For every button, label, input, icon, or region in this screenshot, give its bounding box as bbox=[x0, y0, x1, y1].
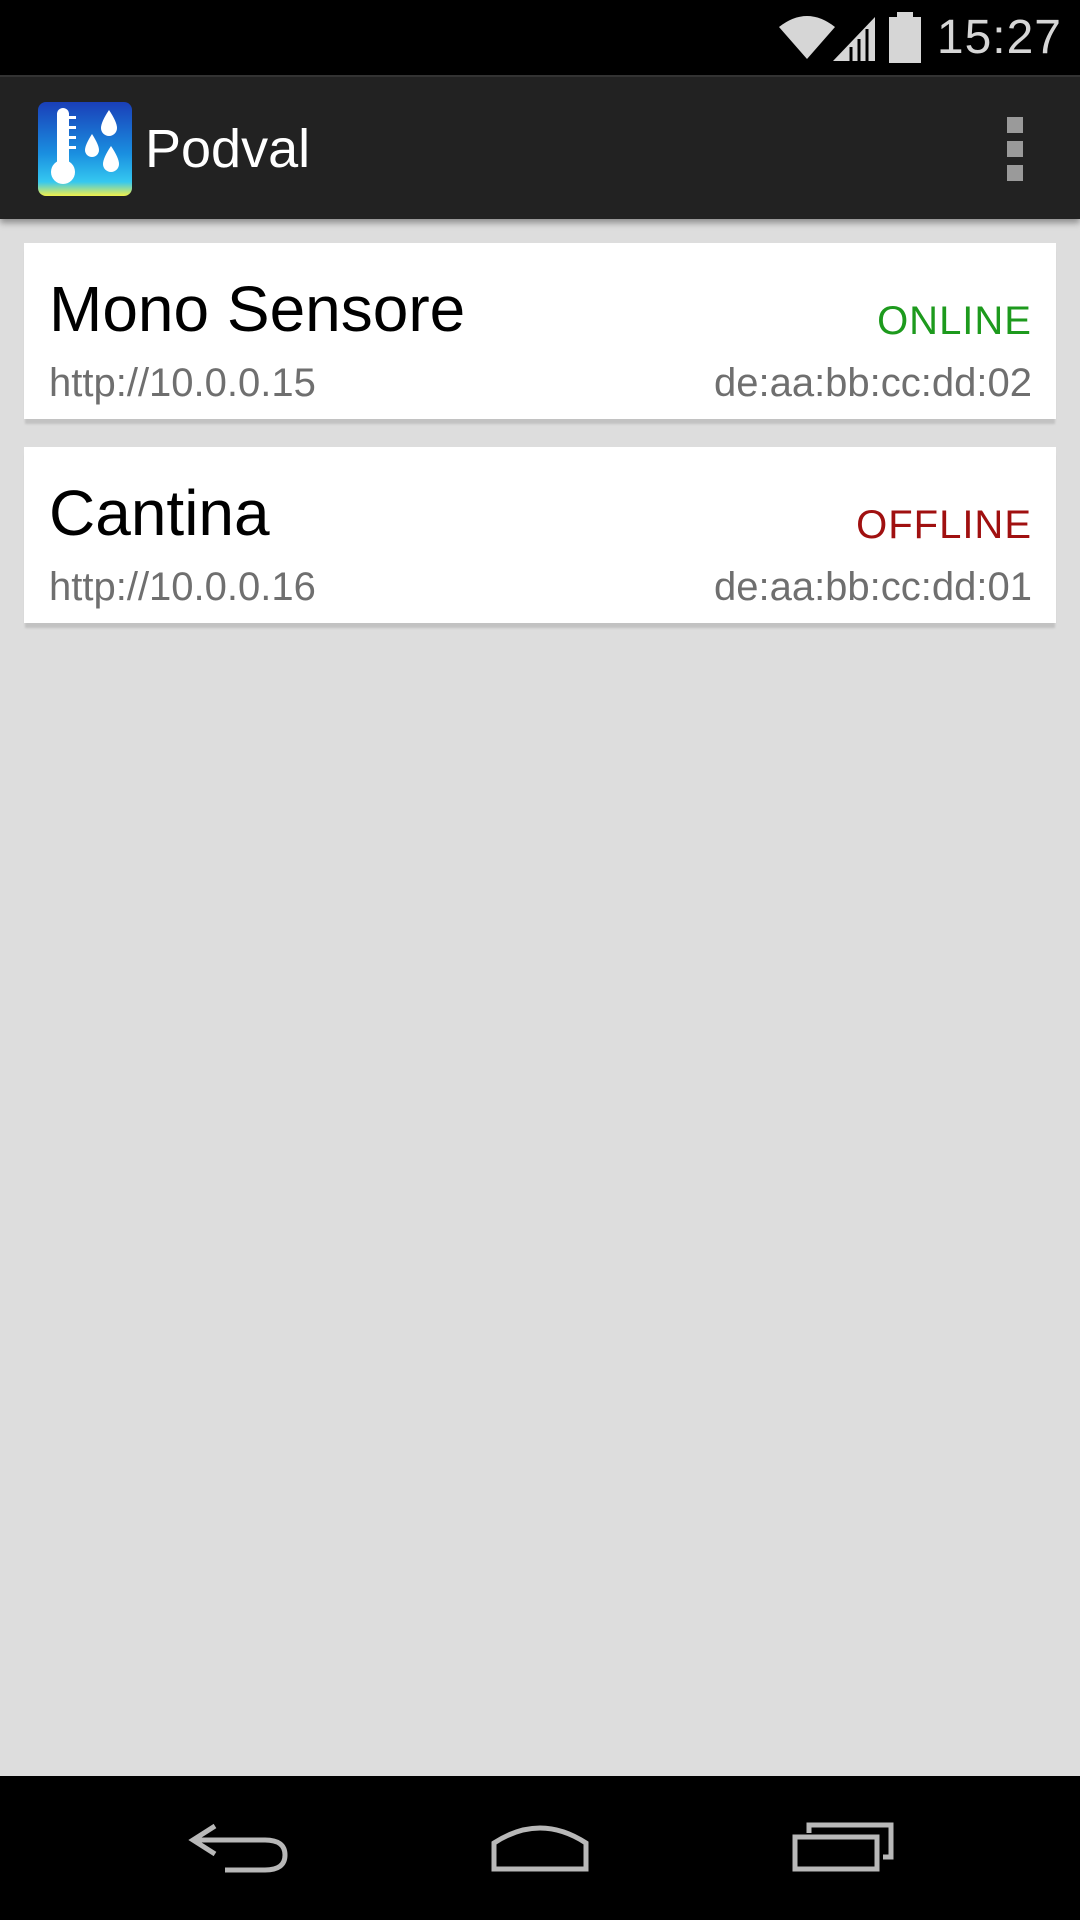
wifi-icon bbox=[778, 15, 835, 59]
menu-dot bbox=[1007, 117, 1023, 133]
device-mac: de:aa:bb:cc:dd:02 bbox=[713, 361, 1032, 405]
home-icon[interactable] bbox=[460, 1798, 620, 1898]
cell-signal-icon bbox=[832, 16, 875, 61]
device-name: Mono Sensore bbox=[49, 273, 466, 345]
device-card-cantina[interactable]: Cantina OFFLINE http://10.0.0.16 de:aa:b… bbox=[24, 447, 1056, 623]
device-card-mono-sensore[interactable]: Mono Sensore ONLINE http://10.0.0.15 de:… bbox=[24, 243, 1056, 419]
device-url: http://10.0.0.15 bbox=[49, 361, 316, 405]
device-status: ONLINE bbox=[877, 299, 1032, 343]
action-bar: Podval bbox=[0, 75, 1080, 219]
device-name: Cantina bbox=[49, 477, 270, 549]
device-mac: de:aa:bb:cc:dd:01 bbox=[713, 565, 1032, 609]
navigation-bar bbox=[0, 1776, 1080, 1920]
menu-dot bbox=[1007, 165, 1023, 181]
screen: 15:27 Podval Mono Sensore ONLINE http://… bbox=[0, 0, 1080, 1920]
status-time: 15:27 bbox=[936, 11, 1062, 64]
menu-dot bbox=[1007, 141, 1023, 157]
app-title: Podval bbox=[145, 119, 311, 179]
device-status: OFFLINE bbox=[856, 503, 1032, 547]
device-list: Mono Sensore ONLINE http://10.0.0.15 de:… bbox=[24, 243, 1056, 651]
battery-icon bbox=[888, 11, 921, 63]
device-url: http://10.0.0.16 bbox=[49, 565, 316, 609]
status-icons: 15:27 bbox=[777, 0, 1062, 75]
overflow-menu-icon[interactable] bbox=[990, 117, 1040, 181]
recents-icon[interactable] bbox=[763, 1798, 923, 1898]
thermometer-humidity-icon[interactable] bbox=[38, 102, 132, 196]
back-icon[interactable] bbox=[160, 1798, 320, 1898]
status-bar: 15:27 bbox=[0, 0, 1080, 75]
